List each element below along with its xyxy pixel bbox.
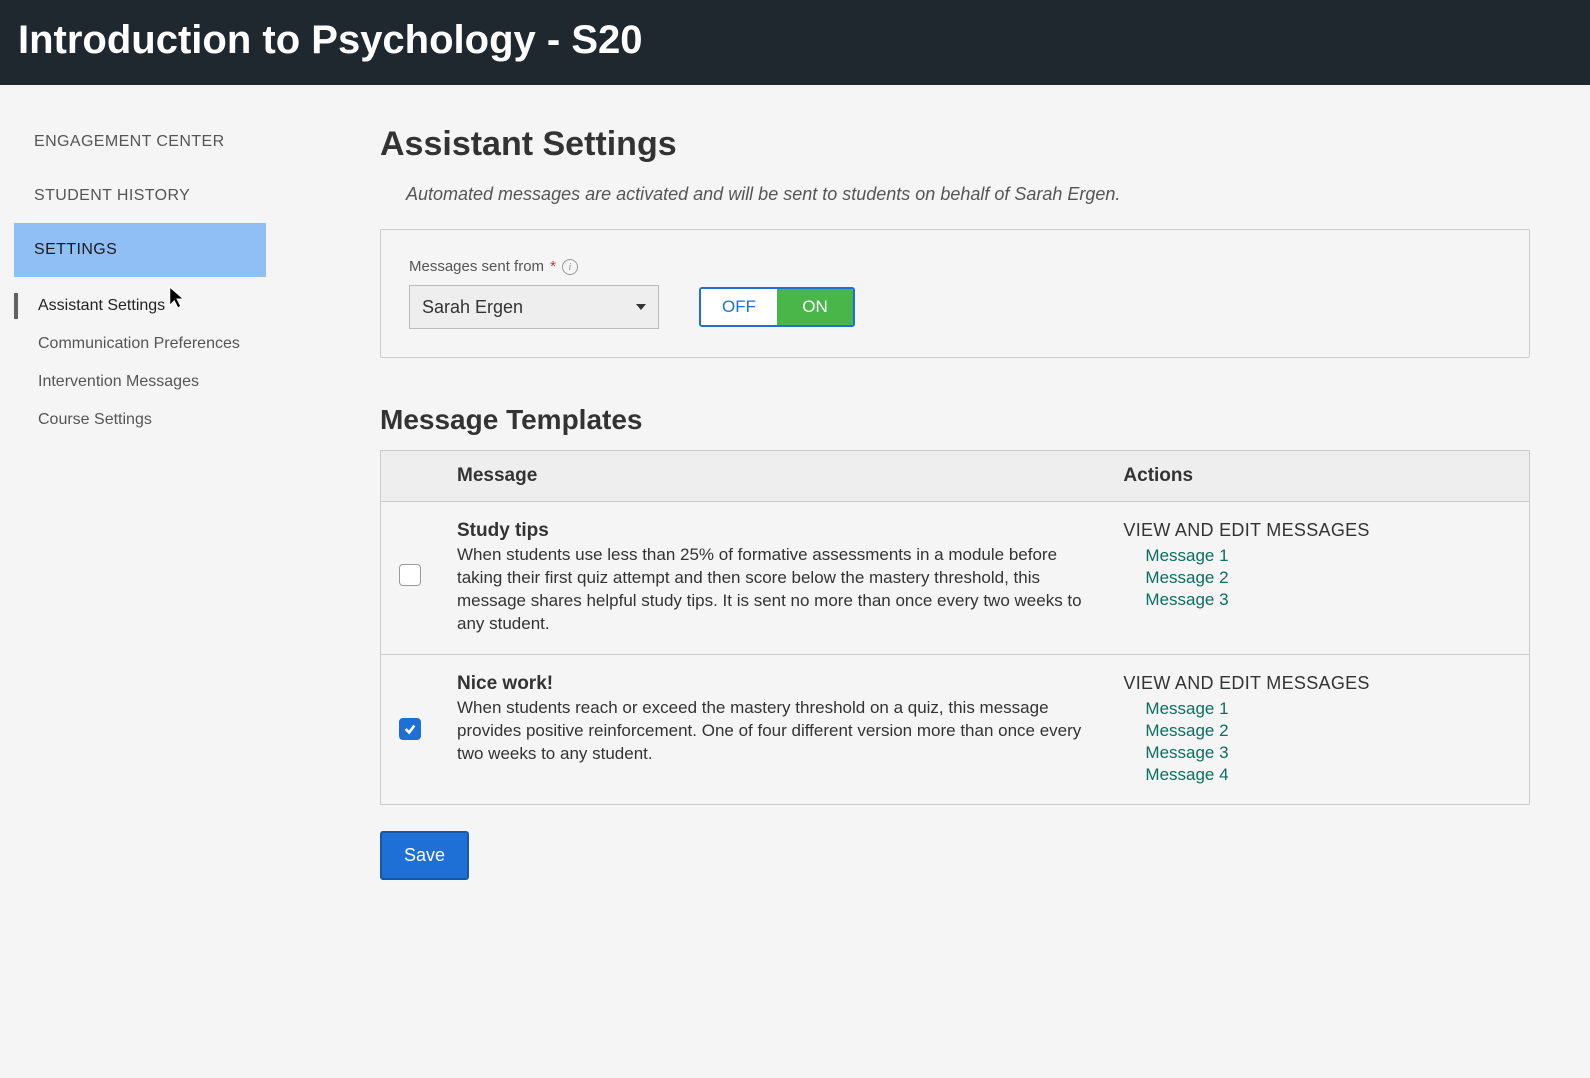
cell-actions: VIEW AND EDIT MESSAGES Message 1Message 2…	[1105, 502, 1529, 655]
content: Assistant Settings Automated messages ar…	[280, 85, 1590, 920]
message-link[interactable]: Message 1	[1145, 698, 1511, 720]
nav-sub-item[interactable]: Course Settings	[14, 401, 266, 439]
sender-select[interactable]: Sarah Ergen	[409, 285, 659, 329]
nav-primary-label: STUDENT HISTORY	[34, 187, 190, 204]
sender-selected-value: Sarah Ergen	[422, 297, 523, 318]
table-header-row: Message Actions	[381, 451, 1530, 502]
templates-table: Message Actions Study tipsWhen students …	[380, 450, 1530, 805]
nav-sub-label: Communication Preferences	[38, 335, 240, 352]
info-icon[interactable]: i	[562, 259, 578, 275]
assistant-description: Automated messages are activated and wil…	[406, 184, 1530, 205]
template-description: When students use less than 25% of forma…	[457, 544, 1087, 636]
nav-sub-label: Course Settings	[38, 411, 152, 428]
sender-panel: Messages sent from * i Sarah Ergen OFF O…	[380, 229, 1530, 358]
cell-checkbox	[381, 654, 440, 804]
chevron-down-icon	[636, 304, 646, 310]
cell-checkbox	[381, 502, 440, 655]
template-title: Study tips	[457, 520, 1087, 542]
cell-actions: VIEW AND EDIT MESSAGES Message 1Message 2…	[1105, 654, 1529, 804]
table-row: Nice work!When students reach or exceed …	[381, 654, 1530, 804]
sender-label-text: Messages sent from	[409, 258, 544, 275]
automation-toggle: OFF ON	[699, 287, 855, 327]
template-checkbox[interactable]	[399, 718, 421, 740]
view-edit-label: VIEW AND EDIT MESSAGES	[1123, 673, 1511, 694]
nav-sub-item[interactable]: Assistant Settings	[14, 287, 266, 325]
sidebar: ENGAGEMENT CENTER STUDENT HISTORY SETTINGS…	[0, 85, 280, 920]
nav-sub-item[interactable]: Intervention Messages	[14, 363, 266, 401]
template-checkbox[interactable]	[399, 564, 421, 586]
cell-message: Study tipsWhen students use less than 25…	[439, 502, 1105, 655]
cell-message: Nice work!When students reach or exceed …	[439, 654, 1105, 804]
page-title: Introduction to Psychology - S20	[18, 18, 1572, 63]
nav-sub-label: Assistant Settings	[38, 297, 165, 314]
message-link[interactable]: Message 3	[1145, 589, 1511, 611]
message-link[interactable]: Message 3	[1145, 742, 1511, 764]
template-title: Nice work!	[457, 673, 1087, 695]
message-link[interactable]: Message 2	[1145, 567, 1511, 589]
top-bar: Introduction to Psychology - S20	[0, 0, 1590, 85]
message-links: Message 1Message 2Message 3Message 4	[1123, 698, 1511, 786]
message-links: Message 1Message 2Message 3	[1123, 545, 1511, 611]
th-actions: Actions	[1105, 451, 1529, 502]
section-title-templates: Message Templates	[380, 404, 1530, 436]
sender-row: Sarah Ergen OFF ON	[409, 285, 1501, 329]
section-title-assistant: Assistant Settings	[380, 125, 1530, 164]
th-message: Message	[439, 451, 1105, 502]
message-link[interactable]: Message 2	[1145, 720, 1511, 742]
toggle-off-button[interactable]: OFF	[701, 289, 777, 325]
layout: ENGAGEMENT CENTER STUDENT HISTORY SETTINGS…	[0, 85, 1590, 920]
nav-primary-label: SETTINGS	[34, 241, 117, 258]
toggle-on-button[interactable]: ON	[777, 289, 853, 325]
table-row: Study tipsWhen students use less than 25…	[381, 502, 1530, 655]
nav-primary-label: ENGAGEMENT CENTER	[34, 133, 225, 150]
message-link[interactable]: Message 4	[1145, 764, 1511, 786]
message-link[interactable]: Message 1	[1145, 545, 1511, 567]
check-icon	[403, 722, 417, 736]
nav-primary: ENGAGEMENT CENTER STUDENT HISTORY SETTINGS	[14, 115, 266, 277]
nav-primary-item[interactable]: SETTINGS	[14, 223, 266, 277]
nav-primary-item[interactable]: ENGAGEMENT CENTER	[14, 115, 266, 169]
required-marker: *	[550, 258, 556, 275]
nav-sub-item[interactable]: Communication Preferences	[14, 325, 266, 363]
nav-sub: Assistant Settings Communication Preferen…	[14, 287, 266, 439]
nav-primary-item[interactable]: STUDENT HISTORY	[14, 169, 266, 223]
sender-field-label: Messages sent from * i	[409, 258, 1501, 275]
th-checkbox	[381, 451, 440, 502]
template-description: When students reach or exceed the master…	[457, 697, 1087, 766]
save-button[interactable]: Save	[380, 831, 469, 880]
view-edit-label: VIEW AND EDIT MESSAGES	[1123, 520, 1511, 541]
nav-sub-label: Intervention Messages	[38, 373, 199, 390]
